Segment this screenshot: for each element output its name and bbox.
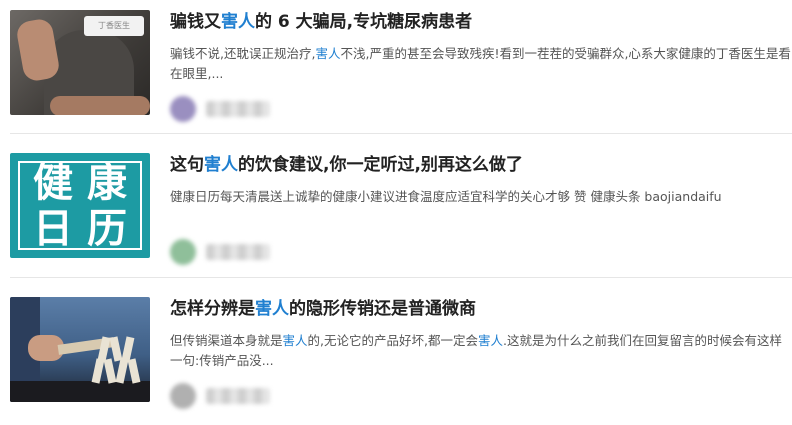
summary-keyword-highlight: 害人 xyxy=(282,333,308,348)
author-name-blurred[interactable] xyxy=(206,101,270,117)
card-house-card xyxy=(121,336,135,362)
article-meta xyxy=(170,239,370,265)
thumbnail-char: 日 xyxy=(33,206,73,252)
card-house-card xyxy=(109,336,123,362)
thumbnail-arm xyxy=(50,96,150,115)
article-title[interactable]: 这句害人的饮食建议,你一定听过,别再这么做了 xyxy=(170,153,790,177)
article-title[interactable]: 骗钱又害人的 6 大骗局,专坑糖尿病患者 xyxy=(170,10,790,34)
divider xyxy=(10,133,792,134)
title-keyword-highlight: 害人 xyxy=(221,12,255,32)
title-text: 的饮食建议,你一定听过,别再这么做了 xyxy=(238,155,523,175)
summary-keyword-highlight: 害人 xyxy=(477,333,503,348)
title-text: 的隐形传销还是普通微商 xyxy=(289,299,476,319)
title-text: 这句 xyxy=(170,155,204,175)
thumbnail-table xyxy=(10,381,150,402)
title-keyword-highlight: 害人 xyxy=(204,155,238,175)
article-summary: 骗钱不说,还耽误正规治疗,害人不浅,严重的甚至会导致残疾!看到一茬茬的受骗群众,… xyxy=(170,44,792,84)
title-text: 骗钱又 xyxy=(170,12,221,32)
author-avatar[interactable] xyxy=(170,383,196,409)
card-house-card xyxy=(103,358,117,384)
summary-text: 骗钱不说,还耽误正规治疗, xyxy=(170,46,316,61)
article-item[interactable]: 健 康 日 历 这句害人的饮食建议,你一定听过,别再这么做了 健康日历每天清晨送… xyxy=(0,153,792,281)
article-thumbnail[interactable]: 丁香医生 xyxy=(10,10,150,115)
card-house-card xyxy=(115,358,129,384)
article-thumbnail[interactable] xyxy=(10,297,150,402)
article-item[interactable]: 丁香医生 骗钱又害人的 6 大骗局,专坑糖尿病患者 骗钱不说,还耽误正规治疗,害… xyxy=(0,10,792,138)
article-item[interactable]: 怎样分辨是害人的隐形传销还是普通微商 但传销渠道本身就是害人的,无论它的产品好坏… xyxy=(0,297,792,425)
thumbnail-char: 历 xyxy=(87,206,127,252)
author-avatar[interactable] xyxy=(170,96,196,122)
summary-text: 但传销渠道本身就是 xyxy=(170,333,283,348)
article-title[interactable]: 怎样分辨是害人的隐形传销还是普通微商 xyxy=(170,297,790,321)
author-name-blurred[interactable] xyxy=(206,244,270,260)
summary-keyword-highlight: 害人 xyxy=(315,46,341,61)
article-summary: 但传销渠道本身就是害人的,无论它的产品好坏,都一定会害人.这就是为什么之前我们在… xyxy=(170,331,792,371)
thumbnail-char: 健 xyxy=(33,160,73,206)
source-watermark: 丁香医生 xyxy=(84,16,144,36)
author-avatar[interactable] xyxy=(170,239,196,265)
title-keyword-highlight: 害人 xyxy=(255,299,289,319)
thumbnail-char: 康 xyxy=(87,160,127,206)
author-name-blurred[interactable] xyxy=(206,388,270,404)
title-text: 怎样分辨是 xyxy=(170,299,255,319)
card-house-card xyxy=(91,358,105,384)
article-summary: 健康日历每天清晨送上诚挚的健康小建议进食温度应适宜科学的关心才够 赞 健康头条 … xyxy=(170,189,722,204)
title-text: 的 6 大骗局,专坑糖尿病患者 xyxy=(255,12,473,32)
thumbs-down-hand xyxy=(15,17,61,83)
divider xyxy=(10,277,792,278)
card-house-card xyxy=(127,358,141,384)
summary-text: 的,无论它的产品好坏,都一定会 xyxy=(307,333,478,348)
article-meta xyxy=(170,383,370,409)
article-thumbnail[interactable]: 健 康 日 历 xyxy=(10,153,150,258)
article-meta xyxy=(170,96,370,122)
